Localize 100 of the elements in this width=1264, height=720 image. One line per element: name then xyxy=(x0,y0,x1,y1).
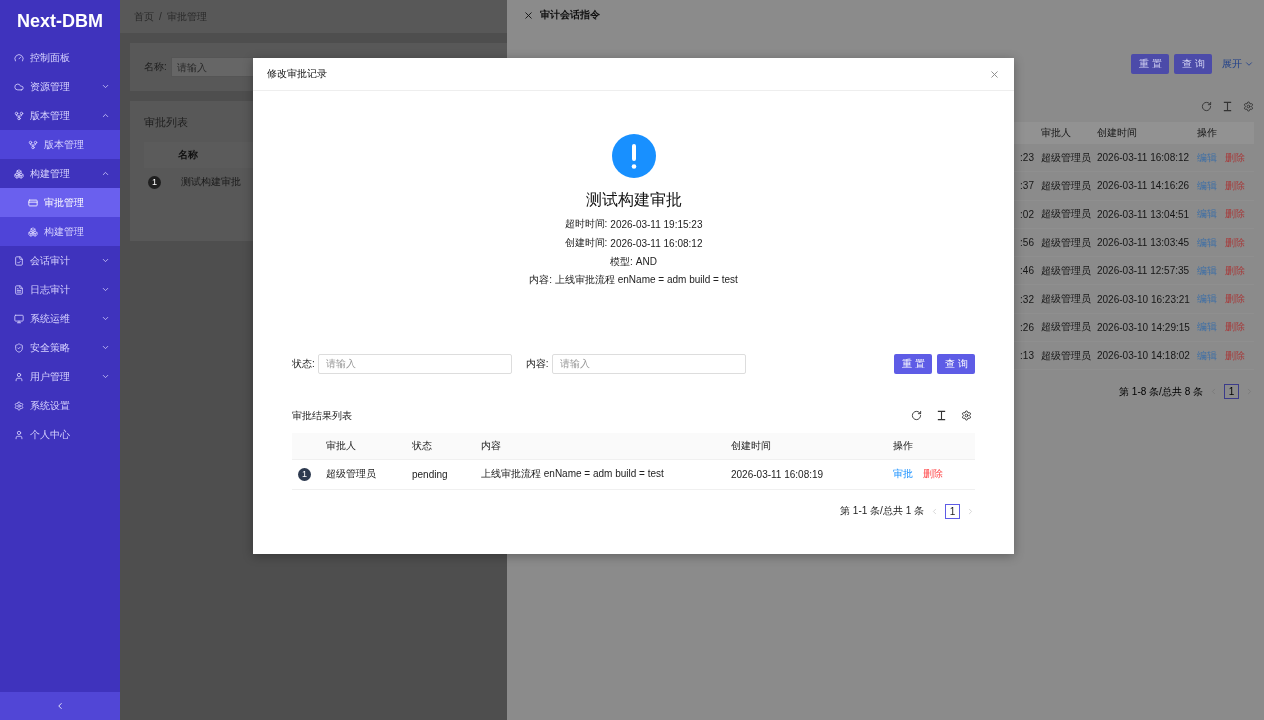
table-cell: 超级管理员 xyxy=(326,467,376,482)
menu-icon xyxy=(14,429,24,440)
menu-item[interactable]: 安全策略 xyxy=(0,333,120,362)
table-cell: :56 xyxy=(1020,237,1034,249)
table-cell: 2026-03-11 12:57:35 xyxy=(1097,265,1190,277)
action-link[interactable]: 删除 xyxy=(1225,292,1245,307)
table-cell: 2026-03-11 16:08:12 xyxy=(1097,152,1190,164)
field-label: 状态: xyxy=(292,356,315,371)
submenu-item[interactable]: 审批管理 xyxy=(0,188,120,217)
filter-button[interactable]: 查询 xyxy=(937,353,975,374)
filter-button[interactable]: 重置 xyxy=(894,353,932,374)
table-cell: 2026-03-11 14:16:26 xyxy=(1097,180,1190,192)
table-cell: 超级管理员 xyxy=(1041,292,1091,307)
chevron-up-icon xyxy=(101,111,110,120)
action-link[interactable]: 删除 xyxy=(1225,348,1245,363)
index-badge: 1 xyxy=(148,175,161,189)
table-cell: 2026-03-11 16:08:19 xyxy=(731,468,824,480)
table-cell: :02 xyxy=(1020,208,1034,220)
table-cell: 超级管理员 xyxy=(1041,207,1091,222)
menu-icon xyxy=(14,52,24,63)
menu-icon xyxy=(14,371,24,382)
close-icon[interactable] xyxy=(989,68,1000,80)
table-cell: 超级管理员 xyxy=(1041,348,1091,363)
table-cell: 2026-03-10 14:18:02 xyxy=(1097,350,1190,362)
expand-link[interactable]: 展开 xyxy=(1222,57,1254,71)
settings-icon[interactable] xyxy=(961,410,972,422)
action-link[interactable]: 删除 xyxy=(1225,263,1245,278)
action-link[interactable]: 删除 xyxy=(1225,207,1245,222)
detail-label: 模型: xyxy=(610,254,633,269)
menu-item[interactable]: 系统设置 xyxy=(0,391,120,420)
page-number[interactable]: 1 xyxy=(945,503,960,519)
action-link[interactable]: 审批 xyxy=(893,467,913,482)
table-cell: :32 xyxy=(1020,293,1034,305)
table-cell: :46 xyxy=(1020,265,1034,277)
detail-value: 上线审批流程 enName = adm build = test xyxy=(554,273,738,288)
table-header-cell: 操作 xyxy=(1193,122,1254,144)
action-link[interactable]: 删除 xyxy=(1225,178,1245,193)
modal-title: 修改审批记录 xyxy=(267,67,327,81)
menu-item[interactable]: 日志审计 xyxy=(0,275,120,304)
menu-icon xyxy=(28,139,38,150)
menu-icon xyxy=(28,197,38,208)
refresh-icon[interactable] xyxy=(911,410,922,422)
detail-label: 创建时间: xyxy=(564,236,608,251)
exclamation-icon xyxy=(611,134,656,178)
detail-label: 超时时间: xyxy=(564,217,608,232)
action-link[interactable]: 删除 xyxy=(1225,320,1245,335)
menu-item[interactable]: 资源管理 xyxy=(0,72,120,101)
table-header-cell: 创建时间 xyxy=(1093,122,1193,144)
pagination-summary: 第 1-8 条/总共 8 条 xyxy=(1119,384,1203,399)
filter-input[interactable]: 请输入 xyxy=(551,353,746,374)
menu-icon xyxy=(14,313,24,324)
table-cell: 超级管理员 xyxy=(1041,150,1091,165)
app-logo: Next-DBM xyxy=(16,10,104,33)
menu-icon xyxy=(28,226,38,237)
table-cell: :26 xyxy=(1020,321,1034,333)
menu-item[interactable]: 构建管理 xyxy=(0,159,120,188)
table-cell: pending xyxy=(412,468,448,480)
submenu-item[interactable]: 构建管理 xyxy=(0,217,120,246)
detail-value: 2026-03-11 16:08:12 xyxy=(610,237,703,249)
chevron-down-icon xyxy=(101,285,110,294)
table-cell: 超级管理员 xyxy=(1041,178,1091,193)
table-header-cell: 创建时间 xyxy=(725,432,887,460)
chevron-down-icon xyxy=(101,343,110,352)
table-cell: :13 xyxy=(1020,350,1034,362)
menu-icon xyxy=(14,284,24,295)
page-number[interactable]: 1 xyxy=(1224,384,1239,400)
results-title: 审批结果列表 xyxy=(292,408,352,423)
action-link[interactable]: 删除 xyxy=(1225,235,1245,250)
close-icon[interactable] xyxy=(523,9,534,21)
action-link[interactable]: 删除 xyxy=(1225,150,1245,165)
menu-icon xyxy=(14,342,24,353)
action-link[interactable]: 删除 xyxy=(923,467,943,482)
density-icon[interactable] xyxy=(936,410,947,422)
drawer-button[interactable]: 查询 xyxy=(1174,54,1212,74)
detail-value: AND xyxy=(635,256,657,268)
menu-icon xyxy=(14,255,24,266)
menu-item[interactable]: 版本管理 xyxy=(0,101,120,130)
settings-icon[interactable] xyxy=(1243,100,1254,112)
menu-item[interactable]: 控制面板 xyxy=(0,43,120,72)
drawer-button[interactable]: 重置 xyxy=(1131,54,1169,74)
table-cell: 超级管理员 xyxy=(1041,235,1091,250)
filter-input[interactable]: 请输入 xyxy=(317,353,512,374)
table-cell: 2026-03-10 16:23:21 xyxy=(1097,293,1190,305)
menu-item[interactable]: 用户管理 xyxy=(0,362,120,391)
menu-icon xyxy=(14,400,24,411)
menu-item[interactable]: 个人中心 xyxy=(0,420,120,449)
submenu-item[interactable]: 版本管理 xyxy=(0,130,120,159)
result-heading: 测试构建审批 xyxy=(585,190,682,210)
table-cell: 上线审批流程 enName = adm build = test xyxy=(481,467,664,482)
chevron-down-icon xyxy=(101,82,110,91)
chevron-left-icon xyxy=(55,701,65,711)
detail-label: 内容: xyxy=(529,273,552,288)
menu-item[interactable]: 会话审计 xyxy=(0,246,120,275)
menu-item[interactable]: 系统运维 xyxy=(0,304,120,333)
table-cell: 2026-03-11 13:04:51 xyxy=(1097,208,1190,220)
drawer-title: 审计会话指令 xyxy=(540,8,600,22)
table-header-cell: 状态 xyxy=(406,432,475,460)
chevron-down-icon xyxy=(101,314,110,323)
table-header-cell: 审批人 xyxy=(1037,122,1093,144)
table-cell: 2026-03-11 13:03:45 xyxy=(1097,237,1190,249)
